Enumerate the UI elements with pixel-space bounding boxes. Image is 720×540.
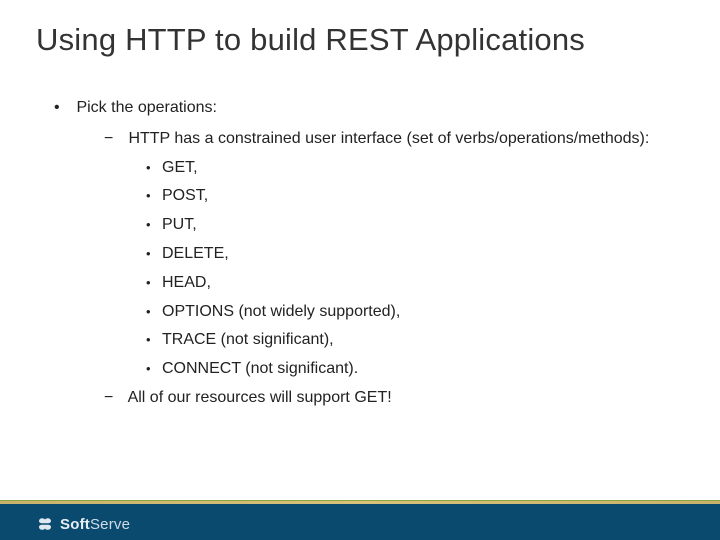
bullet-text: PUT,: [162, 216, 197, 233]
list-item: Pick the operations: HTTP has a constrai…: [54, 96, 680, 411]
brand-bold: Soft: [60, 516, 90, 533]
brand-logo: SoftServe: [36, 515, 130, 533]
bullet-text: TRACE (not significant),: [162, 331, 334, 348]
bullet-text: DELETE,: [162, 245, 229, 262]
brand-text: SoftServe: [60, 516, 130, 533]
list-item: TRACE (not significant),: [124, 328, 680, 353]
list-item: HEAD,: [124, 271, 680, 296]
list-item: HTTP has a constrained user interface (s…: [72, 127, 680, 382]
list-item: CONNECT (not significant).: [124, 357, 680, 382]
bullet-text: Pick the operations:: [76, 99, 217, 116]
brand-light: Serve: [90, 516, 130, 533]
bullet-text: OPTIONS (not widely supported),: [162, 303, 400, 320]
softserve-icon: [36, 515, 54, 533]
bullet-text: CONNECT (not significant).: [162, 360, 358, 377]
list-item: OPTIONS (not widely supported),: [124, 300, 680, 325]
bullet-list-lvl3: GET, POST, PUT, DELETE, HEAD, OPTIONS (n…: [124, 156, 680, 382]
bullet-text: All of our resources will support GET!: [128, 389, 392, 406]
bullet-text: HTTP has a constrained user interface (s…: [128, 130, 649, 147]
bullet-text: GET,: [162, 159, 198, 176]
bullet-text: POST,: [162, 187, 208, 204]
bullet-text: HEAD,: [162, 274, 211, 291]
list-item: POST,: [124, 184, 680, 209]
list-item: GET,: [124, 156, 680, 181]
list-item: All of our resources will support GET!: [72, 386, 680, 411]
list-item: PUT,: [124, 213, 680, 238]
slide: Using HTTP to build REST Applications Pi…: [0, 0, 720, 540]
bullet-list-lvl1: Pick the operations: HTTP has a constrai…: [54, 96, 680, 411]
slide-content: Pick the operations: HTTP has a constrai…: [0, 58, 720, 411]
slide-title: Using HTTP to build REST Applications: [0, 0, 720, 58]
footer-bar: SoftServe: [0, 504, 720, 540]
list-item: DELETE,: [124, 242, 680, 267]
bullet-list-lvl2: HTTP has a constrained user interface (s…: [72, 127, 680, 411]
